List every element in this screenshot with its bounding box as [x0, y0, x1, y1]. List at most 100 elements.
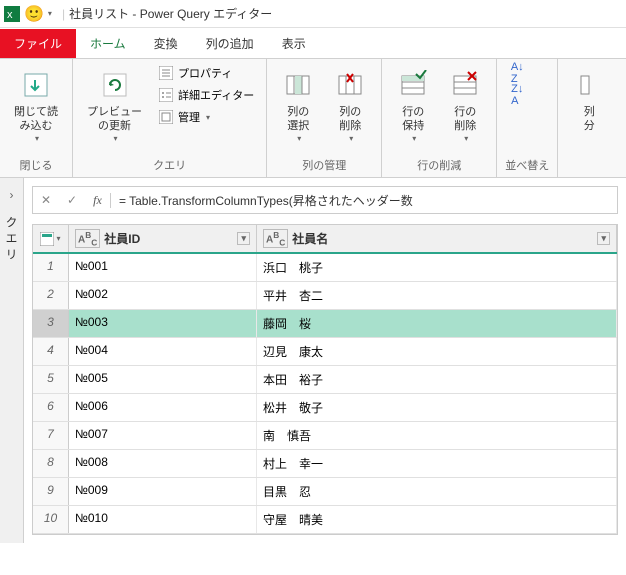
sort-asc-icon: A↓Z — [509, 65, 525, 81]
chevron-down-icon: ▾ — [206, 113, 210, 122]
table-row[interactable]: 4№004辺見 康太 — [33, 338, 617, 366]
table-row[interactable]: 1№001浜口 桃子 — [33, 254, 617, 282]
properties-icon — [158, 65, 174, 81]
remove-rows-button[interactable]: 行の 削除 ▾ — [442, 63, 488, 147]
filter-dropdown-icon[interactable]: ▾ — [237, 232, 250, 245]
chevron-down-icon: ▾ — [412, 134, 416, 143]
refresh-preview-button[interactable]: プレビュー の更新 ▾ — [81, 63, 148, 147]
advanced-editor-button[interactable]: 詳細エディター — [154, 85, 258, 105]
split-column-icon — [579, 67, 599, 103]
cell-name[interactable]: 目黒 忍 — [257, 478, 617, 505]
cell-id[interactable]: №002 — [69, 282, 257, 309]
grid-header-row: ▾ ABC 社員ID ▾ ABC 社員名 ▾ — [33, 225, 617, 254]
tab-view[interactable]: 表示 — [268, 29, 320, 58]
cancel-formula-icon[interactable]: ✕ — [33, 193, 59, 207]
cell-name[interactable]: 藤岡 桜 — [257, 310, 617, 337]
cell-id[interactable]: №003 — [69, 310, 257, 337]
table-row[interactable]: 5№005本田 裕子 — [33, 366, 617, 394]
cell-name[interactable]: 平井 杏二 — [257, 282, 617, 309]
choose-columns-button[interactable]: 列の 選択 ▾ — [275, 63, 321, 147]
cell-id[interactable]: №007 — [69, 422, 257, 449]
chevron-down-icon: ▾ — [297, 134, 301, 143]
row-number[interactable]: 4 — [33, 338, 69, 365]
filter-dropdown-icon[interactable]: ▾ — [597, 232, 610, 245]
table-row[interactable]: 8№008村上 幸一 — [33, 450, 617, 478]
close-and-load-button[interactable]: 閉じて読 み込む ▾ — [8, 63, 64, 147]
group-label-query: クエリ — [81, 155, 258, 175]
table-row[interactable]: 7№007南 慎吾 — [33, 422, 617, 450]
tab-add-column[interactable]: 列の追加 — [192, 29, 268, 58]
table-row[interactable]: 9№009目黒 忍 — [33, 478, 617, 506]
tab-transform[interactable]: 変換 — [140, 29, 192, 58]
column-label: 社員名 — [292, 230, 328, 247]
sort-desc-button[interactable]: Z↓A — [505, 85, 529, 105]
table-row[interactable]: 6№006松井 敬子 — [33, 394, 617, 422]
ribbon-group-close: 閉じて読 み込む ▾ 閉じる — [0, 59, 73, 177]
split-column-button[interactable]: 列 分 — [566, 63, 612, 138]
ribbon-group-split: 列 分 — [558, 59, 620, 177]
fx-icon[interactable]: fx — [85, 193, 111, 208]
workspace: › クエリ ✕ ✓ fx = Table.TransformColumnType… — [0, 178, 626, 543]
tab-home[interactable]: ホーム — [76, 29, 140, 58]
remove-columns-button[interactable]: 列の 削除 ▾ — [327, 63, 373, 147]
cell-id[interactable]: №009 — [69, 478, 257, 505]
row-number[interactable]: 5 — [33, 366, 69, 393]
manage-button[interactable]: 管理 ▾ — [154, 107, 258, 127]
table-options-icon[interactable]: ▾ — [33, 225, 69, 252]
row-number[interactable]: 7 — [33, 422, 69, 449]
text-type-icon: ABC — [75, 229, 100, 248]
refresh-icon — [100, 67, 130, 103]
tab-file[interactable]: ファイル — [0, 29, 76, 58]
cell-name[interactable]: 辺見 康太 — [257, 338, 617, 365]
row-number[interactable]: 2 — [33, 282, 69, 309]
table-row[interactable]: 3№003藤岡 桜 — [33, 310, 617, 338]
formula-bar: ✕ ✓ fx = Table.TransformColumnTypes(昇格され… — [32, 186, 618, 214]
keep-rows-icon — [398, 67, 428, 103]
manage-icon — [158, 109, 174, 125]
row-number[interactable]: 3 — [33, 310, 69, 337]
cell-name[interactable]: 村上 幸一 — [257, 450, 617, 477]
table-row[interactable]: 10№010守屋 晴美 — [33, 506, 617, 534]
cell-id[interactable]: №006 — [69, 394, 257, 421]
row-number[interactable]: 1 — [33, 254, 69, 281]
remove-rows-label: 行の 削除 — [454, 105, 476, 134]
manage-label: 管理 — [178, 109, 200, 125]
expand-queries-button[interactable]: › — [6, 184, 18, 206]
qat-dropdown-icon[interactable]: ▾ — [48, 9, 52, 18]
ribbon-tabs: ファイル ホーム 変換 列の追加 表示 — [0, 28, 626, 58]
titlebar: x 🙂 ▾ | 社員リスト - Power Query エディター — [0, 0, 626, 28]
cell-id[interactable]: №001 — [69, 254, 257, 281]
cell-id[interactable]: №010 — [69, 506, 257, 533]
column-header-id[interactable]: ABC 社員ID ▾ — [69, 225, 257, 252]
split-label: 列 分 — [584, 105, 595, 134]
formula-input[interactable]: = Table.TransformColumnTypes(昇格されたヘッダー数 — [111, 192, 617, 209]
cell-id[interactable]: №005 — [69, 366, 257, 393]
cell-name[interactable]: 浜口 桃子 — [257, 254, 617, 281]
column-label: 社員ID — [104, 230, 140, 247]
table-row[interactable]: 2№002平井 杏二 — [33, 282, 617, 310]
cell-name[interactable]: 守屋 晴美 — [257, 506, 617, 533]
cell-name[interactable]: 松井 敬子 — [257, 394, 617, 421]
choose-columns-label: 列の 選択 — [287, 105, 309, 134]
sort-asc-button[interactable]: A↓Z — [505, 63, 529, 83]
ribbon-group-columns: 列の 選択 ▾ 列の 削除 ▾ 列の管理 — [267, 59, 382, 177]
row-number[interactable]: 9 — [33, 478, 69, 505]
queries-pane-label[interactable]: クエリ — [3, 216, 20, 264]
keep-rows-button[interactable]: 行の 保持 ▾ — [390, 63, 436, 147]
cell-id[interactable]: №008 — [69, 450, 257, 477]
svg-text:x: x — [7, 9, 13, 21]
advanced-editor-icon — [158, 87, 174, 103]
commit-formula-icon[interactable]: ✓ — [59, 193, 85, 207]
group-label-close: 閉じる — [8, 155, 64, 175]
row-number[interactable]: 8 — [33, 450, 69, 477]
cell-name[interactable]: 本田 裕子 — [257, 366, 617, 393]
properties-button[interactable]: プロパティ — [154, 63, 258, 83]
ribbon: 閉じて読 み込む ▾ 閉じる プレビュー の更新 ▾ プロパティ — [0, 58, 626, 178]
cell-name[interactable]: 南 慎吾 — [257, 422, 617, 449]
column-header-name[interactable]: ABC 社員名 ▾ — [257, 225, 617, 252]
row-number[interactable]: 10 — [33, 506, 69, 533]
row-number[interactable]: 6 — [33, 394, 69, 421]
grid-body: 1№001浜口 桃子2№002平井 杏二3№003藤岡 桜4№004辺見 康太5… — [33, 254, 617, 534]
smile-icon[interactable]: 🙂 — [24, 4, 44, 24]
cell-id[interactable]: №004 — [69, 338, 257, 365]
